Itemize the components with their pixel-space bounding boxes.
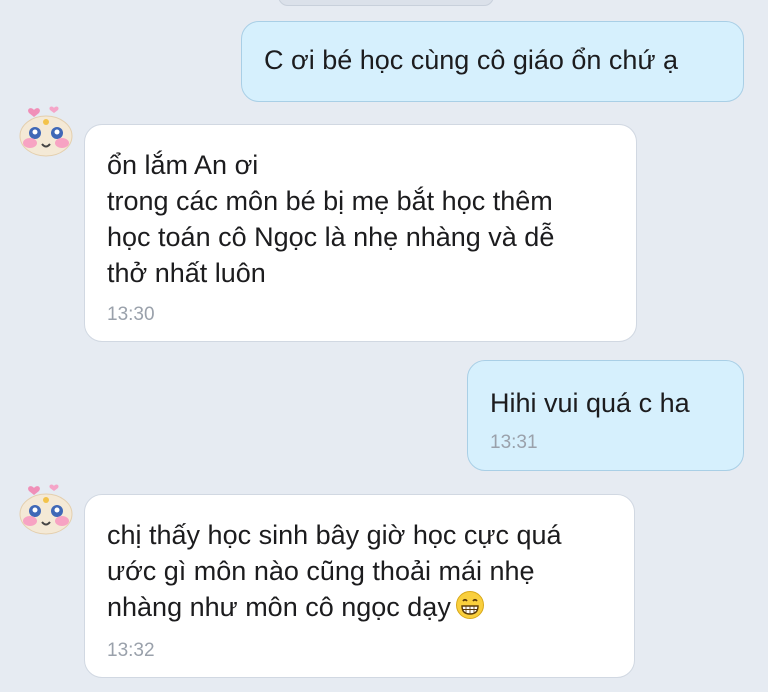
cute-sticker-avatar-icon (19, 484, 73, 535)
message-text: C ơi bé học cùng cô giáo ổn chứ ạ (264, 45, 679, 75)
grinning-face-emoji-icon (455, 590, 485, 629)
incoming-message-bubble[interactable]: chị thấy học sinh bây giờ học cực quá ướ… (84, 494, 635, 678)
message-timestamp: 13:31 (490, 432, 538, 453)
message-timestamp: 13:30 (107, 304, 155, 325)
message-text: ổn lắm An ơi trong các môn bé bị mẹ bắt … (107, 150, 555, 288)
message-text: chị thấy học sinh bây giờ học cực quá ướ… (107, 520, 562, 622)
message-text: Hihi vui quá c ha (490, 388, 690, 418)
incoming-message-bubble[interactable]: ổn lắm An ơi trong các môn bé bị mẹ bắt … (84, 124, 637, 342)
sender-avatar[interactable] (14, 104, 78, 162)
cute-sticker-avatar-icon (19, 106, 73, 157)
previous-message-edge (278, 0, 494, 6)
sender-avatar[interactable] (14, 482, 78, 540)
outgoing-message-bubble[interactable]: C ơi bé học cùng cô giáo ổn chứ ạ (241, 21, 744, 102)
outgoing-message-bubble[interactable]: Hihi vui quá c ha 13:31 (467, 360, 744, 471)
message-timestamp: 13:32 (107, 640, 155, 661)
